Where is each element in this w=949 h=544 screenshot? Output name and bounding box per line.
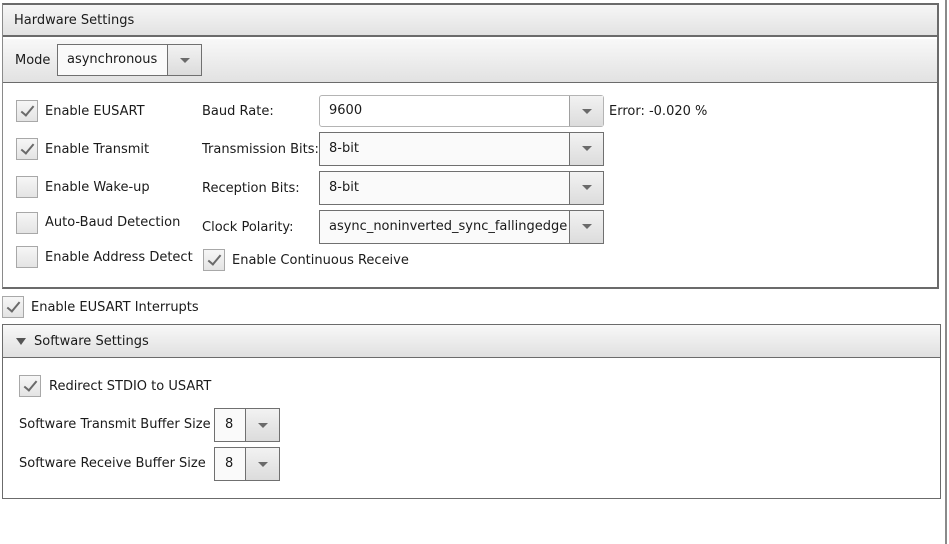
baud-rate-error: Error: -0.020 %: [609, 104, 708, 119]
software-settings-header[interactable]: Software Settings: [2, 324, 941, 358]
transmit-buffer-label: Software Transmit Buffer Size: [19, 417, 211, 432]
enable-continuous-receive-checkbox[interactable]: [203, 249, 225, 271]
enable-address-detect-label: Enable Address Detect: [45, 250, 193, 265]
hardware-settings-header: Hardware Settings: [3, 5, 937, 37]
enable-continuous-receive-label: Enable Continuous Receive: [232, 253, 409, 268]
enable-transmit-checkbox[interactable]: [16, 138, 38, 160]
enable-eusart-label: Enable EUSART: [45, 104, 145, 119]
reception-bits-value: 8-bit: [329, 180, 359, 195]
software-settings-title: Software Settings: [34, 334, 149, 349]
chevron-down-icon[interactable]: [167, 45, 201, 75]
mode-value: asynchronous: [67, 52, 158, 67]
enable-wakeup-label: Enable Wake-up: [45, 180, 150, 195]
enable-eusart-interrupts-label: Enable EUSART Interrupts: [31, 300, 199, 315]
hardware-settings-title: Hardware Settings: [14, 13, 135, 28]
enable-eusart-checkbox[interactable]: [16, 100, 38, 122]
chevron-down-icon[interactable]: [245, 409, 279, 441]
clock-polarity-select[interactable]: async_noninverted_sync_fallingedge: [319, 210, 604, 244]
redirect-stdio-checkbox[interactable]: [19, 375, 41, 397]
chevron-down-icon[interactable]: [569, 96, 603, 126]
enable-eusart-interrupts-checkbox[interactable]: [2, 296, 24, 318]
transmission-bits-select[interactable]: 8-bit: [319, 132, 604, 166]
auto-baud-detection-label: Auto-Baud Detection: [45, 215, 181, 230]
auto-baud-detection-checkbox[interactable]: [16, 212, 38, 234]
scrollbar-edge[interactable]: [945, 0, 947, 544]
baud-rate-label: Baud Rate:: [202, 104, 274, 119]
chevron-down-icon[interactable]: [569, 211, 603, 243]
mode-select[interactable]: asynchronous: [57, 44, 202, 76]
transmission-bits-label: Transmission Bits:: [202, 142, 319, 157]
chevron-down-icon[interactable]: [569, 133, 603, 165]
chevron-down-icon[interactable]: [569, 172, 603, 204]
expand-triangle-icon[interactable]: [16, 338, 26, 345]
transmit-buffer-value: 8: [225, 417, 234, 432]
enable-address-detect-checkbox[interactable]: [16, 246, 38, 268]
transmit-buffer-select[interactable]: 8: [214, 408, 280, 442]
redirect-stdio-label: Redirect STDIO to USART: [49, 379, 212, 394]
clock-polarity-value: async_noninverted_sync_fallingedge: [329, 219, 568, 234]
receive-buffer-label: Software Receive Buffer Size: [19, 456, 206, 471]
enable-transmit-label: Enable Transmit: [45, 142, 150, 157]
reception-bits-label: Reception Bits:: [202, 181, 300, 196]
baud-rate-combobox[interactable]: 9600: [319, 95, 604, 127]
clock-polarity-label: Clock Polarity:: [202, 220, 294, 235]
mode-bar: Mode asynchronous: [3, 39, 937, 83]
reception-bits-select[interactable]: 8-bit: [319, 171, 604, 205]
mode-label: Mode: [15, 53, 51, 68]
enable-wakeup-checkbox[interactable]: [16, 176, 38, 198]
chevron-down-icon[interactable]: [245, 448, 279, 480]
baud-rate-value[interactable]: 9600: [329, 103, 362, 118]
transmission-bits-value: 8-bit: [329, 141, 359, 156]
receive-buffer-value: 8: [225, 456, 234, 471]
receive-buffer-select[interactable]: 8: [214, 447, 280, 481]
